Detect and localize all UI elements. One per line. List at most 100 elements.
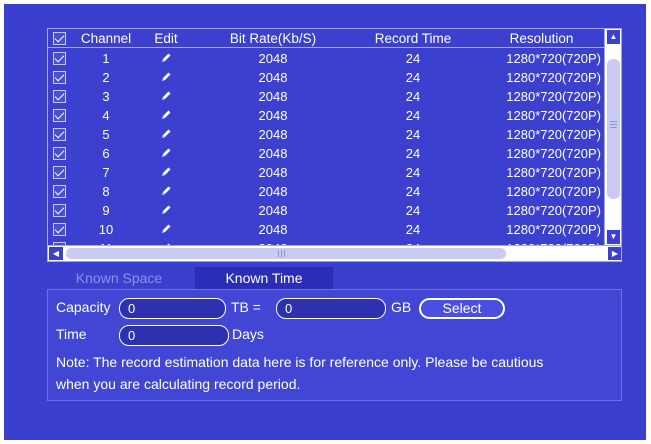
channel-cell: 2 [102,70,110,85]
capacity-tb-input[interactable]: 0 [119,298,226,319]
edit-button[interactable] [148,125,184,144]
checkbox-checked-icon [52,185,66,199]
checkbox-checked-icon [52,71,66,85]
channel-cell: 6 [102,146,110,161]
time-days-input[interactable]: 0 [119,325,229,346]
row-checkbox[interactable] [50,144,68,163]
table-row[interactable]: 5 2048 24 1280*720(720P) [48,125,605,144]
horizontal-scrollbar[interactable]: ◀ ▶ [48,245,621,261]
channel-cell: 5 [102,127,110,142]
edit-button[interactable] [148,87,184,106]
time-label: Time [56,326,87,342]
pencil-icon [159,146,173,160]
pencil-icon [159,184,173,198]
record-time-cell: 24 [405,51,421,66]
pencil-icon [159,108,173,122]
bit-rate-cell: 2048 [258,184,288,199]
note-line-2: when you are calculating record period. [56,376,301,392]
row-checkbox[interactable] [50,68,68,87]
vertical-scroll-thumb[interactable] [607,59,620,199]
bit-rate-cell: 2048 [258,203,288,218]
checkbox-checked-icon [52,31,66,45]
pencil-icon [159,222,173,236]
record-time-cell: 24 [405,184,421,199]
resolution-cell: 1280*720(720P) [506,89,601,104]
days-label: Days [232,326,264,342]
channel-cell: 8 [102,184,110,199]
channel-cell: 10 [98,222,114,237]
checkbox-checked-icon [52,128,66,142]
vertical-scrollbar[interactable]: ▲ ▼ [604,29,621,245]
column-header-edit[interactable]: Edit [148,29,184,48]
row-checkbox[interactable] [50,163,68,182]
column-header-resolution[interactable]: Resolution [478,29,605,48]
resolution-cell: 1280*720(720P) [506,70,601,85]
row-checkbox[interactable] [50,201,68,220]
select-all-checkbox[interactable] [50,29,68,48]
table-row[interactable]: 9 2048 24 1280*720(720P) [48,201,605,220]
capacity-label: Capacity [56,299,111,315]
horizontal-scroll-thumb[interactable] [66,248,506,259]
edit-button[interactable] [148,163,184,182]
channel-cell: 1 [102,51,110,66]
select-button[interactable]: Select [419,298,505,319]
bit-rate-cell: 2048 [258,222,288,237]
row-checkbox[interactable] [50,87,68,106]
table-row[interactable]: 3 2048 24 1280*720(720P) [48,87,605,106]
bit-rate-cell: 2048 [258,146,288,161]
row-checkbox[interactable] [50,106,68,125]
pencil-icon [159,89,173,103]
table-row[interactable]: 6 2048 24 1280*720(720P) [48,144,605,163]
edit-button[interactable] [148,220,184,239]
checkbox-checked-icon [52,109,66,123]
scroll-down-icon[interactable]: ▼ [607,230,620,244]
checkbox-checked-icon [52,52,66,66]
row-checkbox[interactable] [50,220,68,239]
resolution-cell: 1280*720(720P) [506,51,601,66]
table-row[interactable]: 10 2048 24 1280*720(720P) [48,220,605,239]
pencil-icon [159,203,173,217]
bit-rate-cell: 2048 [258,89,288,104]
tab-known-time[interactable]: Known Time [195,267,333,289]
record-time-cell: 24 [405,70,421,85]
bit-rate-cell: 2048 [258,70,288,85]
record-time-cell: 24 [405,222,421,237]
resolution-cell: 1280*720(720P) [506,146,601,161]
row-checkbox[interactable] [50,49,68,68]
note-line-1: Note: The record estimation data here is… [56,354,544,370]
channel-cell: 7 [102,165,110,180]
edit-button[interactable] [148,182,184,201]
column-header-record-time[interactable]: Record Time [338,29,488,48]
channel-cell: 9 [102,203,110,218]
column-header-bit-rate[interactable]: Bit Rate(Kb/S) [198,29,348,48]
column-header-channel[interactable]: Channel [70,29,142,48]
pencil-icon [159,51,173,65]
table-row[interactable]: 4 2048 24 1280*720(720P) [48,106,605,125]
resolution-cell: 1280*720(720P) [506,184,601,199]
scroll-left-icon[interactable]: ◀ [49,247,63,260]
edit-button[interactable] [148,106,184,125]
scroll-up-icon[interactable]: ▲ [607,30,620,44]
table-row[interactable]: 2 2048 24 1280*720(720P) [48,68,605,87]
table-row[interactable]: 1 2048 24 1280*720(720P) [48,49,605,68]
row-checkbox[interactable] [50,182,68,201]
channel-table: Channel Edit Bit Rate(Kb/S) Record Time … [47,28,622,262]
edit-button[interactable] [148,201,184,220]
channel-cell: 4 [102,108,110,123]
table-row[interactable]: 8 2048 24 1280*720(720P) [48,182,605,201]
resolution-cell: 1280*720(720P) [506,165,601,180]
bit-rate-cell: 2048 [258,108,288,123]
checkbox-checked-icon [52,90,66,104]
scroll-right-icon[interactable]: ▶ [608,247,621,260]
record-time-cell: 24 [405,108,421,123]
tab-known-space[interactable]: Known Space [47,267,191,289]
edit-button[interactable] [148,49,184,68]
edit-button[interactable] [148,68,184,87]
edit-button[interactable] [148,144,184,163]
record-time-cell: 24 [405,127,421,142]
table-row[interactable]: 7 2048 24 1280*720(720P) [48,163,605,182]
bit-rate-cell: 2048 [258,165,288,180]
resolution-cell: 1280*720(720P) [506,127,601,142]
row-checkbox[interactable] [50,125,68,144]
capacity-gb-input[interactable]: 0 [276,298,386,319]
